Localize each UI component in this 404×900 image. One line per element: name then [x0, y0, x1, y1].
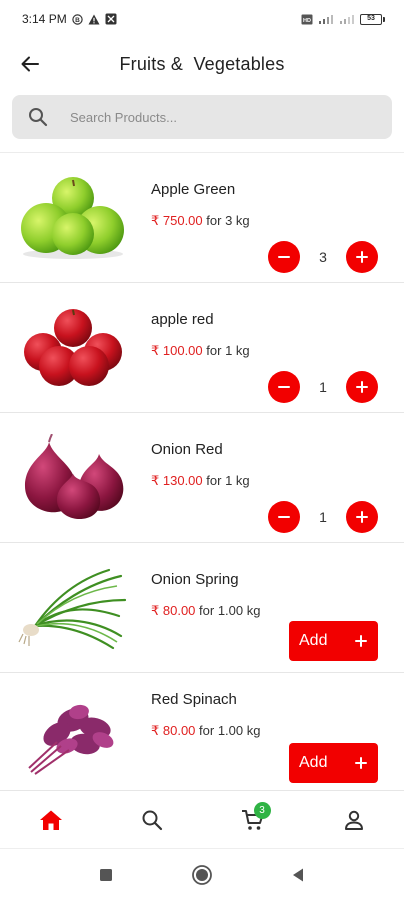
signal-icon	[318, 14, 334, 25]
nav-profile[interactable]	[324, 791, 384, 849]
add-label: Add	[299, 754, 328, 771]
system-home-button[interactable]	[187, 860, 217, 890]
price-line: ₹ 80.00 for 1.00 kg	[151, 723, 260, 739]
search-input[interactable]	[70, 109, 350, 125]
warning-icon	[88, 14, 100, 25]
plus-icon	[356, 381, 368, 393]
status-time: 3:14 PM	[22, 12, 67, 26]
battery-icon: 53	[360, 13, 385, 25]
red-spinach-image	[14, 693, 132, 783]
add-to-cart-button[interactable]: Add	[289, 743, 378, 783]
add-to-cart-button[interactable]: Add	[289, 621, 378, 661]
product-row[interactable]: apple red ₹ 100.00 for 1 kg 1	[0, 283, 404, 413]
minus-icon	[278, 516, 290, 518]
decrease-quantity-button[interactable]	[268, 241, 300, 273]
search-icon	[28, 95, 68, 139]
recents-icon	[100, 868, 112, 881]
search-icon	[142, 810, 162, 830]
add-label: Add	[299, 632, 328, 649]
nav-search[interactable]	[122, 791, 182, 849]
product-unit: for 1.00 kg	[199, 603, 261, 618]
minus-icon	[278, 256, 290, 258]
quantity-value: 1	[319, 379, 327, 395]
nav-home[interactable]	[21, 791, 81, 849]
page-title: Fruits & Vegetables	[119, 53, 285, 74]
increase-quantity-button[interactable]	[346, 501, 378, 533]
product-price: ₹ 130.00	[151, 473, 203, 488]
product-row[interactable]: Onion Red ₹ 130.00 for 1 kg 1	[0, 413, 404, 543]
quantity-value: 1	[319, 509, 327, 525]
back-arrow-icon	[21, 56, 39, 72]
system-back-button[interactable]	[283, 860, 313, 890]
plus-icon	[354, 756, 368, 770]
hd-icon: HD	[301, 14, 313, 25]
home-circle-icon	[192, 864, 212, 885]
back-button[interactable]	[14, 48, 46, 80]
svg-text:HD: HD	[303, 17, 311, 23]
plus-icon	[354, 634, 368, 648]
back-triangle-icon	[293, 868, 303, 881]
product-name: Onion Spring	[151, 571, 239, 588]
plus-icon	[356, 251, 368, 263]
product-name: Red Spinach	[151, 691, 237, 708]
product-price: ₹ 100.00	[151, 343, 203, 358]
product-price: ₹ 750.00	[151, 213, 203, 228]
quantity-stepper: 1	[268, 501, 378, 533]
quantity-stepper: 3	[268, 241, 378, 273]
product-unit: for 1.00 kg	[199, 723, 261, 738]
product-price: ₹ 80.00	[151, 603, 196, 618]
product-name: apple red	[151, 311, 214, 328]
svg-text:B: B	[75, 17, 80, 24]
quantity-value: 3	[319, 249, 327, 265]
bottom-nav: 3	[0, 790, 404, 848]
red-apples-image	[14, 303, 132, 393]
red-onions-image	[14, 433, 132, 523]
increase-quantity-button[interactable]	[346, 371, 378, 403]
status-left: 3:14 PM B	[22, 12, 117, 26]
product-list: Apple Green ₹ 750.00 for 3 kg 3 apple re…	[0, 153, 404, 790]
notification-b-icon: B	[72, 13, 83, 25]
quantity-stepper: 1	[268, 371, 378, 403]
price-line: ₹ 100.00 for 1 kg	[151, 343, 250, 359]
increase-quantity-button[interactable]	[346, 241, 378, 273]
status-bar: 3:14 PM B HD 53	[0, 0, 404, 38]
product-row[interactable]: Red Spinach ₹ 80.00 for 1.00 kg Add	[0, 673, 404, 790]
spring-onion-image	[14, 563, 132, 653]
status-right: HD 53	[301, 13, 385, 25]
app-notification-icon	[105, 13, 117, 25]
green-apples-image	[14, 173, 132, 263]
plus-icon	[356, 511, 368, 523]
recents-button[interactable]	[91, 860, 121, 890]
product-name: Apple Green	[151, 181, 236, 198]
product-name: Onion Red	[151, 441, 223, 458]
product-row[interactable]: Apple Green ₹ 750.00 for 3 kg 3	[0, 153, 404, 283]
profile-icon	[344, 810, 363, 830]
minus-icon	[278, 386, 290, 388]
price-line: ₹ 130.00 for 1 kg	[151, 473, 250, 489]
product-unit: for 1 kg	[206, 473, 250, 488]
signal-2-icon	[339, 14, 355, 25]
product-row[interactable]: Onion Spring ₹ 80.00 for 1.00 kg Add	[0, 543, 404, 673]
search-bar[interactable]	[12, 95, 392, 139]
price-line: ₹ 750.00 for 3 kg	[151, 213, 250, 229]
home-icon	[39, 810, 62, 830]
product-unit: for 1 kg	[206, 343, 250, 358]
nav-cart[interactable]: 3	[223, 791, 283, 849]
product-price: ₹ 80.00	[151, 723, 196, 738]
price-line: ₹ 80.00 for 1.00 kg	[151, 603, 260, 619]
decrease-quantity-button[interactable]	[268, 371, 300, 403]
system-nav	[0, 848, 404, 900]
product-unit: for 3 kg	[206, 213, 250, 228]
decrease-quantity-button[interactable]	[268, 501, 300, 533]
cart-count-badge: 3	[253, 801, 271, 819]
app-header: Fruits & Vegetables	[0, 38, 404, 90]
